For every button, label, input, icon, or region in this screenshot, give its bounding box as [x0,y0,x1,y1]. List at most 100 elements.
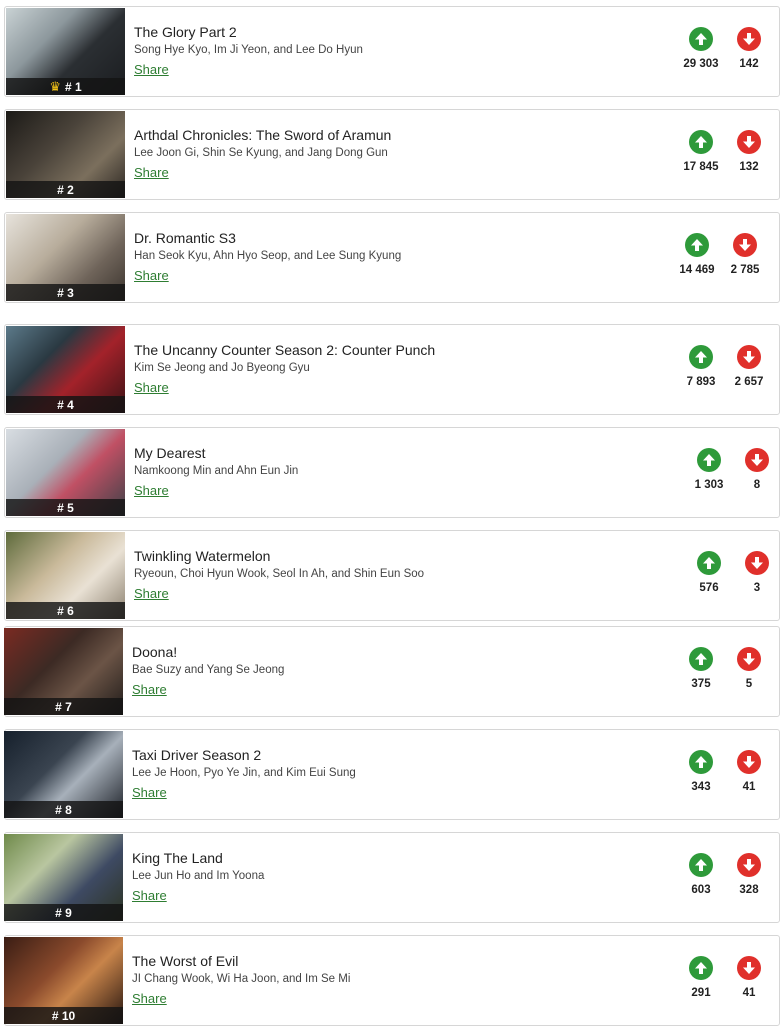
downvote-button[interactable] [737,956,761,980]
poster-thumbnail[interactable]: # 6 [6,532,125,619]
arrow-down-icon [743,756,755,768]
arrow-up-icon [695,859,707,871]
share-link[interactable]: Share [134,483,169,498]
upvote-count: 343 [691,781,711,793]
poster-thumbnail[interactable]: ♛ # 1 [6,8,125,95]
arrow-down-icon [739,239,751,251]
downvote-button[interactable] [737,345,761,369]
rank-badge: # 6 [6,602,125,619]
downvote-button[interactable] [733,233,757,257]
drama-cast: Namkoong Min and Ahn Eun Jin [134,465,299,477]
poster-thumbnail[interactable]: # 5 [6,429,125,516]
downvote-count: 8 [753,479,761,491]
downvote-count: 328 [739,884,759,896]
upvote-button[interactable] [689,647,713,671]
rank-label: # 8 [55,802,72,817]
vote-panel: 375 5 [677,647,773,699]
drama-title: Dr. Romantic S3 [134,230,236,246]
downvote-count: 132 [739,161,759,173]
downvote-count: 2 785 [730,264,760,276]
downvote-button[interactable] [737,750,761,774]
downvote-button[interactable] [745,448,769,472]
drama-cast: Bae Suzy and Yang Se Jeong [132,664,285,676]
vote-panel: 14 469 2 785 [673,233,769,285]
poster-thumbnail[interactable]: # 2 [6,111,125,198]
drama-cast: Ryeoun, Choi Hyun Wook, Seol In Ah, and … [134,568,425,580]
drama-cast: JI Chang Wook, Wi Ha Joon, and Im Se Mi [132,973,351,985]
drama-title: Taxi Driver Season 2 [132,747,262,763]
item-info: Arthdal Chronicles: The Sword of Aramun … [134,127,659,182]
downvote-count: 5 [745,678,753,690]
drama-title: Twinkling Watermelon [134,548,271,564]
poster-thumbnail[interactable]: # 3 [6,214,125,301]
rank-label: # 4 [57,397,74,412]
rank-label: # 3 [57,285,74,300]
rank-badge: # 2 [6,181,125,198]
downvote-button[interactable] [745,551,769,575]
rank-label: # 10 [51,1008,76,1023]
share-link[interactable]: Share [134,165,169,180]
poster-thumbnail[interactable]: # 7 [4,628,123,715]
list-item: # 3 Dr. Romantic S3 Han Seok Kyu, Ahn Hy… [4,212,780,303]
upvote-button[interactable] [685,233,709,257]
share-link[interactable]: Share [132,991,167,1006]
arrow-down-icon [751,557,763,569]
upvote-button[interactable] [689,750,713,774]
rank-badge: # 4 [6,396,125,413]
drama-ranking-list: ♛ # 1 The Glory Part 2 Song Hye Kyo, Im … [0,0,784,1033]
arrow-down-icon [743,351,755,363]
drama-cast: Han Seok Kyu, Ahn Hyo Seop, and Lee Sung… [134,250,402,262]
vote-panel: 1 303 8 [685,448,781,500]
share-link[interactable]: Share [134,586,169,601]
arrow-up-icon [695,33,707,45]
upvote-button[interactable] [689,345,713,369]
drama-cast: Song Hye Kyo, Im Ji Yeon, and Lee Do Hyu… [134,44,363,56]
share-link[interactable]: Share [132,888,167,903]
share-link[interactable]: Share [132,682,167,697]
list-item: # 6 Twinkling Watermelon Ryeoun, Choi Hy… [4,530,780,621]
arrow-down-icon [743,962,755,974]
downvote-button[interactable] [737,130,761,154]
arrow-up-icon [695,136,707,148]
rank-badge: # 5 [6,499,125,516]
drama-title: King The Land [132,850,223,866]
upvote-button[interactable] [689,853,713,877]
list-item: # 8 Taxi Driver Season 2 Lee Je Hoon, Py… [4,729,780,820]
upvote-button[interactable] [689,130,713,154]
item-info: The Worst of Evil JI Chang Wook, Wi Ha J… [132,953,659,1008]
upvote-button[interactable] [697,551,721,575]
drama-cast: Lee Joon Gi, Shin Se Kyung, and Jang Don… [134,147,388,159]
list-item: ♛ # 1 The Glory Part 2 Song Hye Kyo, Im … [4,6,780,97]
share-link[interactable]: Share [132,785,167,800]
rank-label: # 9 [55,905,72,920]
item-info: Doona! Bae Suzy and Yang Se Jeong Share [132,644,659,699]
downvote-button[interactable] [737,27,761,51]
arrow-up-icon [695,756,707,768]
vote-panel: 29 303 142 [677,27,773,79]
rank-label: # 7 [55,699,72,714]
item-info: My Dearest Namkoong Min and Ahn Eun Jin … [134,445,659,500]
list-item: # 10 The Worst of Evil JI Chang Wook, Wi… [4,935,780,1026]
list-item: # 9 King The Land Lee Jun Ho and Im Yoon… [4,832,780,923]
poster-thumbnail[interactable]: # 10 [4,937,123,1024]
drama-title: The Uncanny Counter Season 2: Counter Pu… [134,342,436,358]
upvote-count: 576 [699,582,719,594]
upvote-button[interactable] [697,448,721,472]
upvote-button[interactable] [689,956,713,980]
share-link[interactable]: Share [134,268,169,283]
poster-thumbnail[interactable]: # 9 [4,834,123,921]
upvote-count: 17 845 [683,161,719,173]
poster-thumbnail[interactable]: # 8 [4,731,123,818]
rank-badge: # 3 [6,284,125,301]
upvote-button[interactable] [689,27,713,51]
downvote-count: 41 [742,987,756,999]
poster-thumbnail[interactable]: # 4 [6,326,125,413]
share-link[interactable]: Share [134,62,169,77]
downvote-button[interactable] [737,647,761,671]
arrow-up-icon [695,962,707,974]
rank-label: # 6 [57,603,74,618]
downvote-button[interactable] [737,853,761,877]
drama-cast: Lee Je Hoon, Pyo Ye Jin, and Kim Eui Sun… [132,767,356,779]
share-link[interactable]: Share [134,380,169,395]
vote-panel: 291 41 [677,956,773,1008]
